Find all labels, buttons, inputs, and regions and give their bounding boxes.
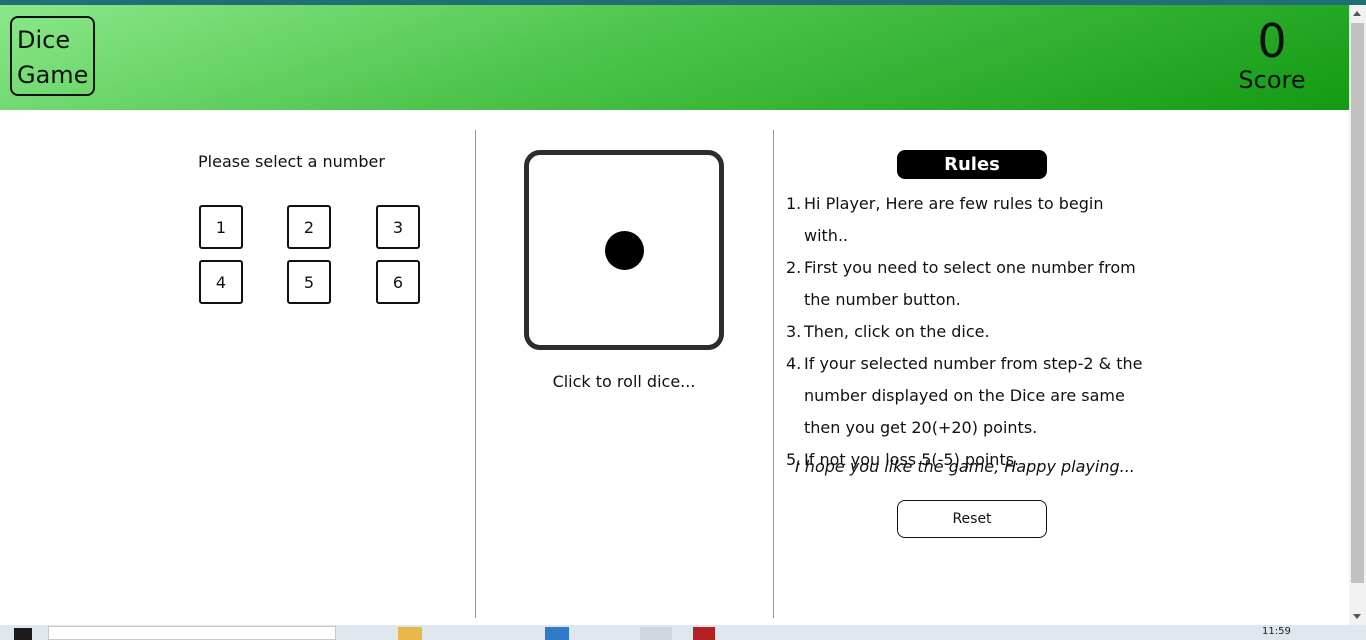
start-icon[interactable] (14, 628, 32, 640)
rule-text: First you need to select one number from… (804, 258, 1136, 309)
taskbar-search-input[interactable] (48, 626, 336, 640)
dice-pip (605, 231, 644, 270)
score-panel: 0 Score (1217, 15, 1327, 93)
logo-line-2: Game (17, 61, 89, 89)
roll-dice-hint: Click to roll dice... (552, 372, 696, 391)
select-number-title: Please select a number (198, 152, 385, 171)
vertical-scrollbar[interactable] (1349, 5, 1366, 625)
score-value: 0 (1257, 14, 1287, 68)
reset-button[interactable]: Reset (897, 500, 1047, 538)
file-explorer-icon[interactable] (398, 627, 422, 640)
scroll-down-icon[interactable] (1353, 614, 1361, 619)
rule-number: 2. (786, 258, 802, 277)
os-taskbar: 11:59 (0, 625, 1366, 640)
number-button-5[interactable]: 5 (287, 260, 331, 304)
rule-text: If your selected number from step-2 & th… (804, 354, 1143, 437)
number-button-6[interactable]: 6 (376, 260, 420, 304)
scrollbar-thumb[interactable] (1351, 23, 1364, 583)
rule-text: Hi Player, Here are few rules to begin w… (804, 194, 1104, 245)
dice[interactable] (524, 150, 724, 350)
taskbar-clock: 11:59 (1262, 626, 1291, 637)
scroll-up-icon[interactable] (1353, 11, 1361, 16)
rules-list: 1. Hi Player, Here are few rules to begin… (786, 188, 1146, 476)
number-button-1[interactable]: 1 (199, 205, 243, 249)
app-header: Dice Game 0 Score (0, 5, 1349, 110)
rule-number: 1. (786, 194, 802, 213)
chrome-taskbar-item[interactable] (640, 627, 672, 640)
number-button-3[interactable]: 3 (376, 205, 420, 249)
app-taskbar-icon[interactable] (693, 627, 715, 640)
app-logo: Dice Game (10, 16, 95, 96)
rule-item: 2. First you need to select one number fr… (786, 252, 1146, 316)
rule-text: Then, click on the dice. (804, 322, 990, 341)
rule-item: 3. Then, click on the dice. (786, 316, 1146, 348)
score-label: Score (1238, 66, 1306, 94)
number-button-2[interactable]: 2 (287, 205, 331, 249)
rule-item: 1. Hi Player, Here are few rules to begin… (786, 188, 1146, 252)
rule-item: 4. If your selected number from step-2 & … (786, 348, 1146, 444)
rule-number: 4. (786, 354, 802, 373)
rules-title: Rules (897, 150, 1047, 179)
rule-number: 3. (786, 322, 802, 341)
logo-line-1: Dice (17, 26, 71, 54)
closing-message: I hope you like the game, Happy playing.… (795, 457, 1135, 476)
column-divider-left (475, 130, 476, 618)
vscode-icon[interactable] (545, 627, 569, 640)
number-button-4[interactable]: 4 (199, 260, 243, 304)
column-divider-right (773, 130, 774, 618)
